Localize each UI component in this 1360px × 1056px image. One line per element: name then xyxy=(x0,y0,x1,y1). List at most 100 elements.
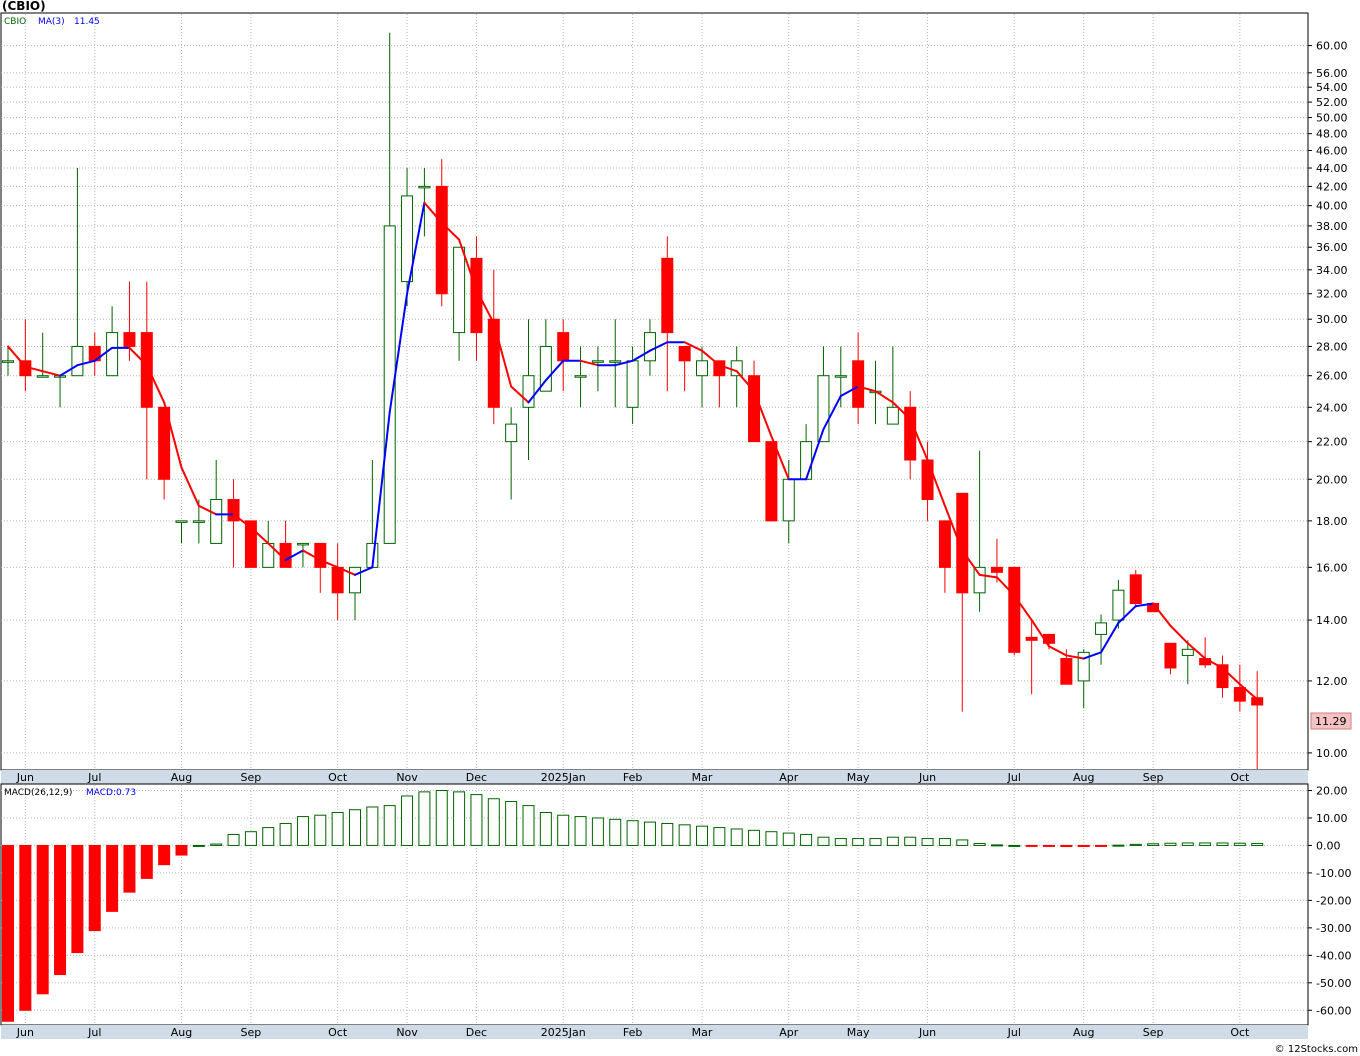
macd-bar-positive xyxy=(661,822,674,846)
price-x-axis-band xyxy=(1,770,1308,784)
last-price-label: 11.29 xyxy=(1315,715,1347,728)
macd-x-tick-label: May xyxy=(847,1026,870,1039)
macd-bar-negative xyxy=(158,844,171,866)
candle-up xyxy=(886,406,899,425)
macd-bar-positive xyxy=(366,806,379,846)
candle-up xyxy=(782,478,795,522)
price-x-tick-label: Sep xyxy=(241,771,262,784)
candle-up xyxy=(349,566,361,594)
macd-bar-negative xyxy=(1095,844,1108,847)
candle-down xyxy=(435,185,448,295)
macd-bar-positive xyxy=(227,833,240,846)
macd-x-axis-band xyxy=(1,1025,1308,1039)
macd-y-tick-label: 20.00 xyxy=(1316,784,1348,797)
candle-down xyxy=(921,459,934,501)
candle-up xyxy=(36,375,49,378)
macd-y-tick-label: -50.00 xyxy=(1316,977,1351,990)
macd-bar-negative xyxy=(1060,844,1073,848)
candle-down xyxy=(557,332,570,362)
price-y-tick-label: 56.00 xyxy=(1316,67,1348,80)
macd-bar-positive xyxy=(279,822,292,846)
macd-bar-positive xyxy=(817,836,830,846)
macd-bar-positive xyxy=(782,832,795,846)
stock-chart: (CBIO) 10.00 12.00 14.00 16.00 18.00 20.00 22.… xyxy=(0,0,1360,1056)
candle-up xyxy=(1181,648,1194,656)
candle-down xyxy=(1164,642,1177,669)
price-x-tick-label: Nov xyxy=(396,771,418,784)
macd-bar-negative xyxy=(1043,844,1055,847)
price-y-tick-label: 22.00 xyxy=(1316,436,1348,449)
candle-down xyxy=(123,332,136,347)
candle-down xyxy=(678,345,691,362)
macd-x-tick-label: Oct xyxy=(1230,1026,1250,1039)
macd-bar-positive xyxy=(869,838,882,846)
price-x-tick-label: Oct xyxy=(328,771,348,784)
candle-down xyxy=(852,360,865,408)
macd-bar-negative xyxy=(175,844,188,856)
price-y-tick-label: 30.00 xyxy=(1316,313,1348,326)
macd-bar-positive xyxy=(626,820,639,846)
macd-bar-positive xyxy=(470,794,483,846)
candle-up xyxy=(800,441,813,480)
macd-bar-positive xyxy=(990,844,1003,847)
price-y-tick-label: 26.00 xyxy=(1316,370,1348,383)
macd-bar-positive xyxy=(262,827,275,846)
candle-up xyxy=(175,520,188,523)
price-x-tick-label: May xyxy=(847,771,870,784)
candle-down xyxy=(1025,636,1038,641)
candle-up xyxy=(730,360,743,377)
macd-x-tick-label: Aug xyxy=(171,1026,192,1039)
macd-x-tick-label: Sep xyxy=(1143,1026,1164,1039)
macd-y-tick-label: 0.00 xyxy=(1316,839,1341,852)
candle-down xyxy=(1129,574,1142,604)
macd-bar-positive xyxy=(505,800,518,846)
macd-bar-positive xyxy=(713,827,726,846)
macd-x-tick-label: Nov xyxy=(396,1026,418,1039)
price-x-tick-label: Feb xyxy=(623,771,642,784)
macd-bar-positive xyxy=(834,838,847,846)
macd-bar-positive xyxy=(1112,844,1125,847)
candle-down xyxy=(140,332,153,408)
macd-x-tick-label: Jun xyxy=(16,1026,34,1039)
price-y-tick-label: 46.00 xyxy=(1316,144,1348,157)
candle-down xyxy=(990,566,1003,573)
macd-bar-positive xyxy=(383,805,396,846)
macd-bar-positive xyxy=(349,809,361,846)
candle-down xyxy=(661,257,674,334)
macd-bar-negative xyxy=(71,844,84,954)
macd-bar-positive xyxy=(748,829,761,846)
candle-up xyxy=(626,360,639,408)
macd-bar-positive xyxy=(643,821,656,846)
price-x-tick-label: Jun xyxy=(16,771,34,784)
macd-bar-positive xyxy=(765,831,778,846)
price-y-tick-label: 40.00 xyxy=(1316,200,1348,213)
price-y-tick-label: 60.00 xyxy=(1316,40,1348,53)
candle-up xyxy=(71,345,84,377)
candle-up xyxy=(696,360,708,377)
price-y-tick-label: 54.00 xyxy=(1316,81,1348,94)
macd-y-tick-label: 10.00 xyxy=(1316,812,1348,825)
macd-bar-positive xyxy=(1233,842,1246,846)
macd-bar-negative xyxy=(54,844,67,976)
macd-x-tick-label: Feb xyxy=(623,1026,642,1039)
macd-bar-positive xyxy=(904,836,917,846)
macd-bar-positive xyxy=(331,811,344,846)
macd-y-tick-label: -40.00 xyxy=(1316,949,1351,962)
macd-y-tick-label: -10.00 xyxy=(1316,867,1351,880)
candle-up xyxy=(643,332,656,362)
legend-symbol: CBIO xyxy=(4,17,26,27)
candle-down xyxy=(1233,687,1246,702)
price-y-tick-label: 18.00 xyxy=(1316,515,1348,528)
macd-bar-positive xyxy=(1147,843,1160,846)
candle-up xyxy=(609,360,622,363)
chart-background xyxy=(0,0,1360,1056)
candle-up xyxy=(106,332,119,377)
price-x-tick-label: Sep xyxy=(1143,771,1164,784)
macd-x-tick-label: Sep xyxy=(241,1026,262,1039)
candle-down xyxy=(487,318,500,408)
candle-up xyxy=(505,423,518,443)
candle-up xyxy=(2,360,14,363)
price-x-tick-label: Aug xyxy=(171,771,192,784)
macd-bar-positive xyxy=(938,838,951,846)
macd-y-tick-label: -30.00 xyxy=(1316,922,1351,935)
